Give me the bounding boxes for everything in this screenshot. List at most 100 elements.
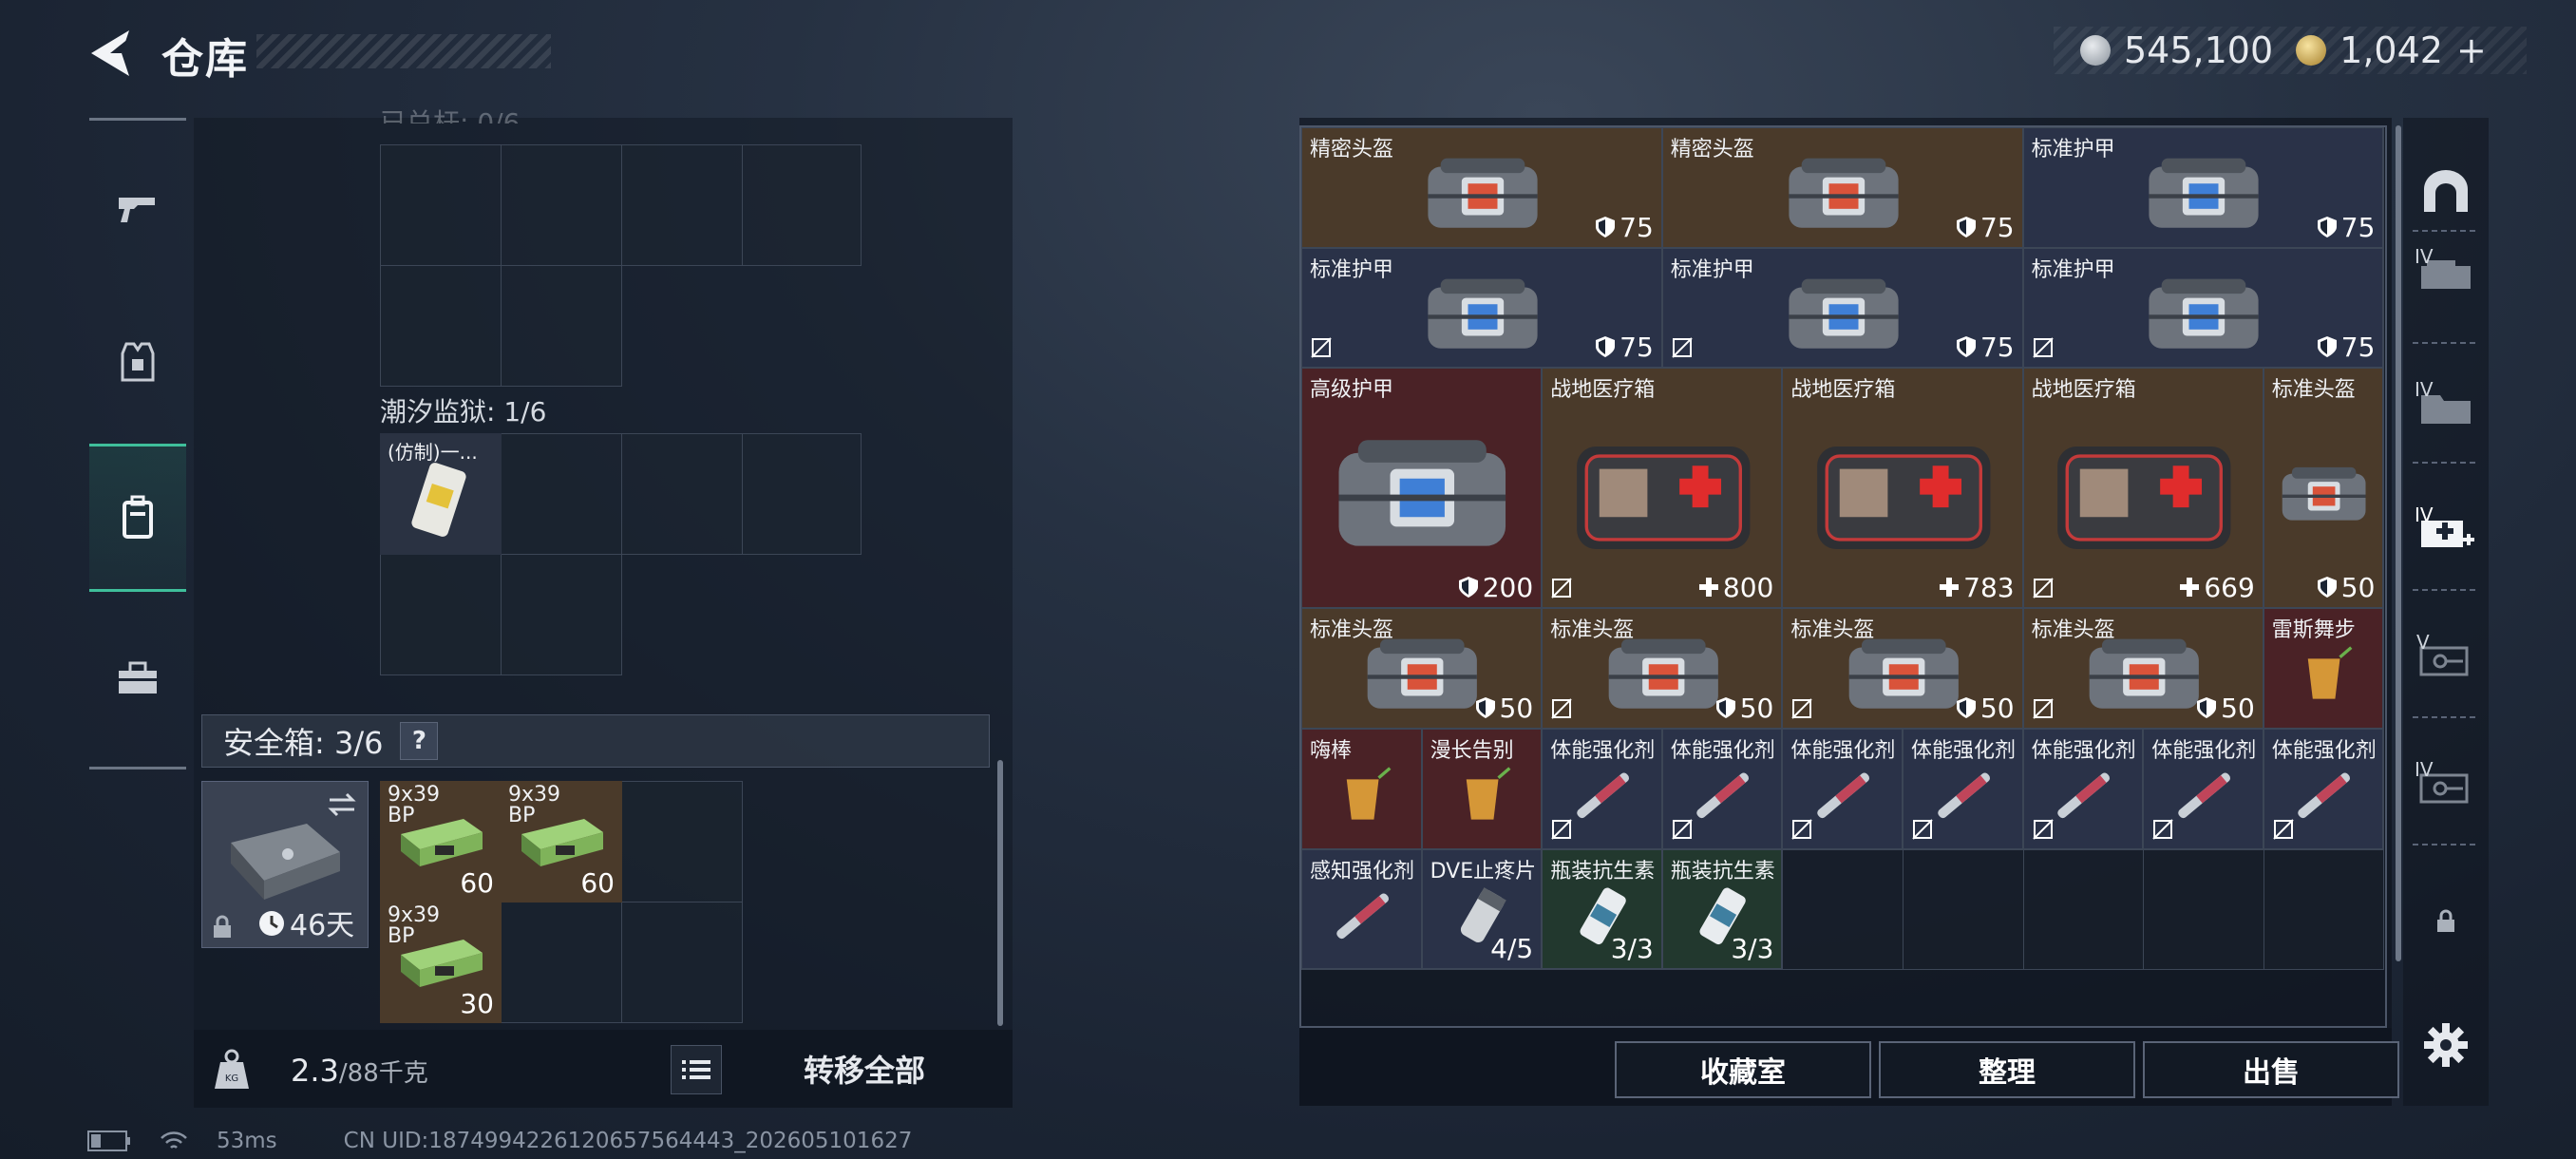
weight-max: /88千克 [338, 1059, 428, 1088]
settings-button[interactable] [2413, 1016, 2479, 1074]
item-value: 75 [1595, 332, 1654, 363]
stash-item[interactable]: 瓶装抗生素 3/3 [1661, 848, 1783, 970]
grid-slot[interactable] [501, 554, 622, 675]
stash-item[interactable]: 标准头盔 50 [1782, 608, 2023, 729]
stash-item[interactable]: 瓶装抗生素 3/3 [1542, 848, 1662, 970]
currency-bar: 545,100 1,042 + [2054, 27, 2527, 74]
stash-item[interactable]: 体能强化剂 [1903, 729, 2023, 849]
not-insurable-icon [2032, 698, 2054, 719]
left-nav [89, 118, 186, 770]
weight-display: 2.3/88千克 [291, 1053, 428, 1089]
grid-slot[interactable] [621, 144, 743, 266]
nav-weapons[interactable] [89, 138, 186, 280]
stash-item[interactable]: 标准头盔 50 [1542, 608, 1783, 729]
grid-slot[interactable] [380, 265, 502, 387]
durability-shield-icon [1956, 696, 1976, 718]
stash-item[interactable]: 体能强化剂 [2143, 729, 2263, 849]
grid-slot[interactable] [742, 433, 862, 555]
stash-item[interactable]: 标准护甲 75 [2022, 127, 2384, 248]
stash-tab-locked[interactable] [2413, 893, 2479, 950]
stash-item[interactable]: 体能强化剂 [2263, 729, 2384, 849]
stash-item[interactable]: 标准护甲 75 [1301, 247, 1662, 369]
stash-slot[interactable] [1782, 848, 1904, 971]
stash-item[interactable]: 标准头盔 50 [2263, 368, 2384, 609]
sell-button[interactable]: 出售 [2143, 1041, 2399, 1098]
stash-item[interactable]: DVE止疼片 4/5 [1421, 848, 1543, 970]
uid-text: CN UID:1874994226120657564443_2026051016… [343, 1129, 913, 1153]
stash-item[interactable]: 标准头盔 50 [1301, 608, 1543, 729]
item-value-text: 50 [2340, 572, 2376, 604]
collection-room-button[interactable]: 收藏室 [1615, 1041, 1871, 1098]
stash-item[interactable]: 体能强化剂 [1782, 729, 1903, 849]
ping-text: 53ms [217, 1129, 277, 1153]
tier-label: IV [2415, 504, 2434, 526]
stash-item[interactable]: 精密头盔 75 [1301, 127, 1662, 248]
item-value: 50 [1956, 693, 2015, 724]
not-insurable-icon [2273, 818, 2294, 840]
stash-item[interactable]: 精密头盔 75 [1661, 127, 2023, 248]
back-arrow-icon[interactable] [87, 27, 133, 80]
grid-slot[interactable] [501, 902, 622, 1023]
item-count: 60 [460, 867, 494, 899]
stash-tab-main[interactable] [2413, 163, 2479, 220]
stash-item[interactable]: 标准头盔 50 [2022, 608, 2263, 729]
stash-item[interactable]: 战地医疗箱 800 [1542, 368, 1783, 609]
silver-amount: 545,100 [2124, 29, 2274, 71]
helmet-bag-icon [2282, 467, 2366, 521]
stash-slot[interactable] [2263, 848, 2385, 971]
stash-item[interactable]: 高级护甲 200 [1301, 368, 1543, 609]
grid-slot[interactable] [742, 144, 862, 266]
safe-box-case[interactable]: 46天 [201, 781, 369, 948]
tier-label: IV [2415, 758, 2434, 781]
sort-button[interactable]: 整理 [1879, 1041, 2135, 1098]
stash-item[interactable]: 嗨棒 [1301, 729, 1422, 849]
stash-item[interactable]: 感知强化剂 [1301, 848, 1422, 970]
stash-item[interactable]: 体能强化剂 [2022, 729, 2144, 849]
stash-item[interactable]: 战地医疗箱 669 [2022, 368, 2263, 609]
stash-item[interactable]: 标准护甲 75 [1661, 247, 2023, 369]
first-aid-kit-icon [1576, 446, 1750, 550]
stash-item[interactable]: 体能强化剂 [1661, 729, 1783, 849]
grid-slot[interactable] [380, 144, 502, 266]
stash-item[interactable]: 体能强化剂 [1542, 729, 1662, 849]
stash-tab-6[interactable]: IV [2413, 758, 2479, 815]
add-currency-button[interactable]: + [2456, 29, 2487, 71]
grid-slot[interactable] [621, 433, 743, 555]
grid-slot[interactable] [621, 902, 743, 1023]
nav-backpack[interactable] [89, 444, 186, 592]
grid-slot[interactable] [380, 554, 502, 675]
item-value-text: 783 [1963, 572, 2015, 604]
backpack-icon [123, 495, 153, 539]
item-value-text: 50 [2221, 692, 2255, 724]
item-name: 战地医疗箱 [2031, 378, 2136, 403]
stash-tab-2[interactable]: IV [2413, 245, 2479, 302]
stash-item[interactable]: 漫长告别 [1421, 729, 1543, 849]
ammo-item[interactable]: 9x39 BP 30 [380, 902, 502, 1023]
stash-item[interactable]: 战地医疗箱 783 [1782, 368, 2023, 609]
grid-slot[interactable] [501, 144, 622, 266]
grid-slot[interactable] [501, 433, 622, 555]
stash-slot[interactable] [2022, 848, 2145, 971]
container-2-label: 潮汐监狱: 1/6 [380, 396, 547, 428]
stash-tab-4[interactable]: IV [2413, 504, 2479, 560]
container-item[interactable]: (仿制)一... [380, 433, 502, 555]
stash-tab-5[interactable]: V [2413, 631, 2479, 688]
stash-tab-3[interactable]: IV [2413, 378, 2479, 435]
grid-slot[interactable] [621, 781, 743, 902]
status-bar: 53ms CN UID:1874994226120657564443_20260… [87, 1129, 912, 1153]
nav-armor[interactable] [89, 290, 186, 432]
nav-toolbox[interactable] [89, 607, 186, 750]
stash-slot[interactable] [1903, 848, 2024, 971]
list-view-button[interactable] [671, 1045, 722, 1094]
left-scrollbar[interactable] [997, 760, 1003, 1026]
helmet-bag-icon [1428, 158, 1538, 228]
ammo-item[interactable]: 9x39 BP 60 [501, 781, 622, 902]
stash-scrollbar[interactable] [2396, 125, 2401, 961]
ammo-item[interactable]: 9x39 BP 60 [380, 781, 502, 902]
stash-slot[interactable] [2143, 848, 2264, 971]
transfer-all-button[interactable]: 转移全部 [731, 1039, 997, 1098]
stash-item[interactable]: 雷斯舞步 [2263, 608, 2384, 729]
help-button[interactable]: ? [400, 722, 439, 760]
stash-item[interactable]: 标准护甲 75 [2022, 247, 2384, 369]
grid-slot[interactable] [501, 265, 622, 387]
